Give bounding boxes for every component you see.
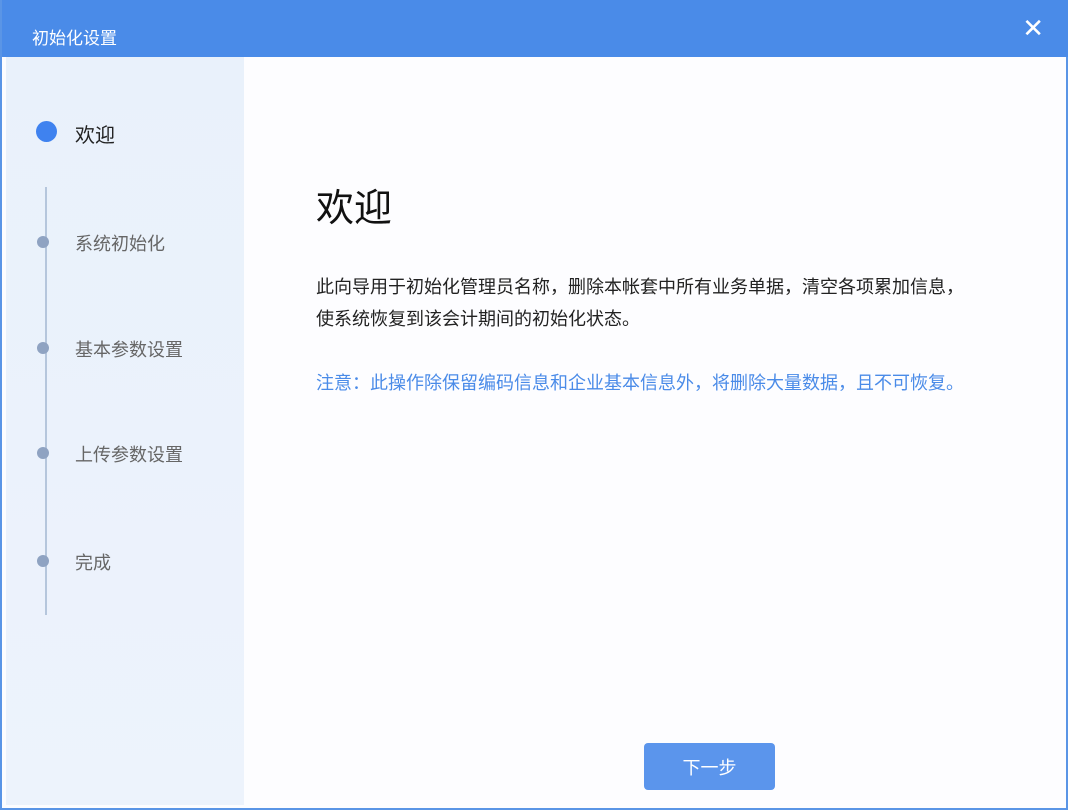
step-welcome: 欢迎 <box>6 119 244 149</box>
step-dot-icon <box>37 555 49 567</box>
step-label: 基本参数设置 <box>75 336 183 362</box>
warning-note: 注意：此操作除保留编码信息和企业基本信息外，将删除大量数据，且不可恢复。 <box>316 368 966 400</box>
step-upload-params: 上传参数设置 <box>6 440 244 470</box>
page-title: 欢迎 <box>316 177 392 232</box>
content-pane: 欢迎 此向导用于初始化管理员名称，删除本帐套中所有业务单据，清空各项累加信息，使… <box>244 57 1064 804</box>
step-label: 上传参数设置 <box>75 441 183 467</box>
step-label: 欢迎 <box>75 119 115 148</box>
init-settings-dialog: 初始化设置 ✕ 欢迎 系统初始化 基本参数设置 上传参数设置 完成 欢迎 此向导… <box>0 0 1068 810</box>
step-dot-icon <box>37 342 49 354</box>
title-bar: 初始化设置 ✕ <box>2 0 1068 57</box>
step-system-init: 系统初始化 <box>6 229 244 259</box>
step-label: 系统初始化 <box>75 230 165 256</box>
step-finish: 完成 <box>6 548 244 578</box>
step-dot-icon <box>36 121 57 142</box>
dialog-title: 初始化设置 <box>32 24 117 49</box>
step-sidebar: 欢迎 系统初始化 基本参数设置 上传参数设置 完成 <box>6 57 244 805</box>
step-dot-icon <box>37 447 49 459</box>
step-basic-params: 基本参数设置 <box>6 335 244 365</box>
step-dot-icon <box>37 236 49 248</box>
description-text: 此向导用于初始化管理员名称，删除本帐套中所有业务单据，清空各项累加信息，使系统恢… <box>316 272 966 336</box>
next-button[interactable]: 下一步 <box>644 743 775 790</box>
step-label: 完成 <box>75 549 111 575</box>
close-icon[interactable]: ✕ <box>1022 16 1044 42</box>
